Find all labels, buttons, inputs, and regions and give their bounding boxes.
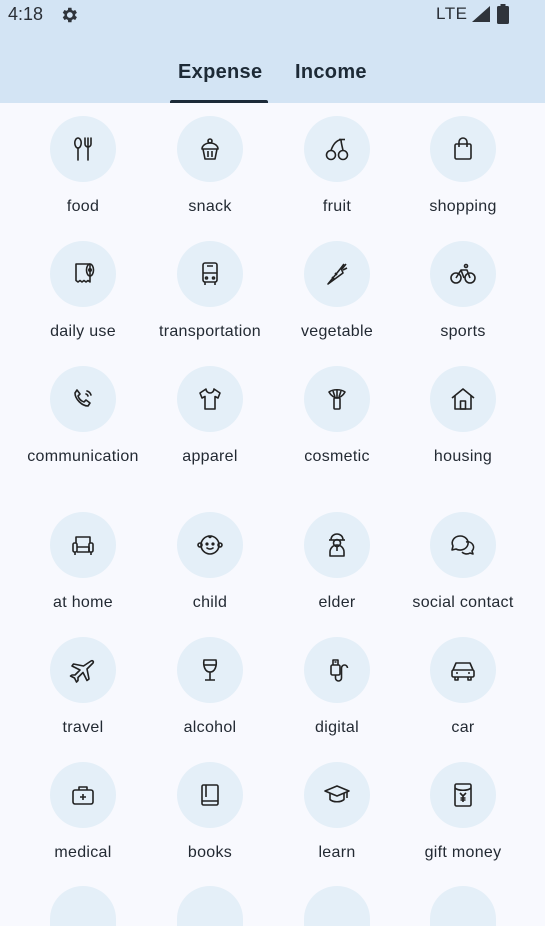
cupcake-icon: [177, 116, 243, 182]
category-label: learn: [318, 844, 356, 861]
category-gift-money[interactable]: gift money: [395, 762, 531, 864]
category-label: alcohol: [183, 719, 237, 736]
category-daily-use[interactable]: daily use: [15, 241, 151, 343]
category-communication[interactable]: communication: [15, 366, 151, 468]
category-elder[interactable]: elder: [269, 512, 405, 614]
partial-icon-circle: [304, 886, 370, 926]
partial-icon-circle: [430, 886, 496, 926]
armchair-icon: [50, 512, 116, 578]
category-partial[interactable]: [15, 886, 151, 926]
category-label: communication: [27, 448, 139, 465]
category-learn[interactable]: learn: [269, 762, 405, 864]
category-shopping[interactable]: shopping: [395, 116, 531, 218]
tshirt-icon: [177, 366, 243, 432]
phone-icon: [50, 366, 116, 432]
category-label: child: [192, 594, 228, 611]
category-partial[interactable]: [269, 886, 405, 926]
battery-icon: [497, 4, 509, 24]
tab-indicator: [170, 100, 268, 103]
category-label: housing: [433, 448, 493, 465]
category-label: gift money: [424, 844, 502, 861]
medical-kit-icon: [50, 762, 116, 828]
app-header: 4:18 LTE Expense Income: [0, 0, 545, 103]
category-housing[interactable]: housing: [395, 366, 531, 468]
category-label: books: [187, 844, 233, 861]
bicycle-icon: [430, 241, 496, 307]
status-time: 4:18: [8, 4, 44, 24]
category-label: shopping: [429, 198, 497, 215]
bus-icon: [177, 241, 243, 307]
partial-icon-circle: [50, 886, 116, 926]
category-label: sports: [440, 323, 486, 340]
category-medical[interactable]: medical: [15, 762, 151, 864]
category-digital[interactable]: digital: [269, 637, 405, 739]
category-label: medical: [54, 844, 112, 861]
tab-income[interactable]: Income: [295, 61, 367, 84]
category-label: car: [451, 719, 475, 736]
category-label: food: [66, 198, 100, 215]
category-label: vegetable: [300, 323, 374, 340]
category-sports[interactable]: sports: [395, 241, 531, 343]
signal-icon: [472, 6, 490, 22]
book-icon: [177, 762, 243, 828]
baby-icon: [177, 512, 243, 578]
category-at-home[interactable]: at home: [15, 512, 151, 614]
category-label: snack: [188, 198, 232, 215]
settings-gear-icon: [62, 7, 77, 23]
carrot-icon: [304, 241, 370, 307]
cherry-icon: [304, 116, 370, 182]
tab-bar: Expense Income: [0, 56, 545, 103]
category-label: apparel: [182, 448, 238, 465]
category-label: digital: [315, 719, 359, 736]
wine-glass-icon: [177, 637, 243, 703]
chat-bubbles-icon: [430, 512, 496, 578]
category-snack[interactable]: snack: [142, 116, 278, 218]
category-alcohol[interactable]: alcohol: [142, 637, 278, 739]
category-label: fruit: [322, 198, 352, 215]
category-transportation[interactable]: transportation: [142, 241, 278, 343]
category-food[interactable]: food: [15, 116, 151, 218]
partial-icon-circle: [177, 886, 243, 926]
status-bar: 4:18 LTE: [0, 0, 545, 30]
category-label: cosmetic: [304, 448, 370, 465]
category-partial[interactable]: [395, 886, 531, 926]
category-label: social contact: [412, 594, 514, 611]
house-icon: [430, 366, 496, 432]
category-car[interactable]: car: [395, 637, 531, 739]
food-icon: [50, 116, 116, 182]
category-child[interactable]: child: [142, 512, 278, 614]
category-travel[interactable]: travel: [15, 637, 151, 739]
lipstick-icon: [304, 366, 370, 432]
red-envelope-icon: [430, 762, 496, 828]
airplane-icon: [50, 637, 116, 703]
car-icon: [430, 637, 496, 703]
graduation-cap-icon: [304, 762, 370, 828]
category-label: at home: [53, 594, 113, 611]
category-label: transportation: [158, 323, 262, 340]
category-fruit[interactable]: fruit: [269, 116, 405, 218]
usb-icon: [304, 637, 370, 703]
category-cosmetic[interactable]: cosmetic: [269, 366, 405, 468]
category-social-contact[interactable]: social contact: [395, 512, 531, 614]
category-books[interactable]: books: [142, 762, 278, 864]
tab-expense[interactable]: Expense: [178, 61, 262, 84]
category-label: elder: [318, 594, 356, 611]
category-label: travel: [62, 719, 104, 736]
category-apparel[interactable]: apparel: [142, 366, 278, 468]
elder-icon: [304, 512, 370, 578]
category-partial[interactable]: [142, 886, 278, 926]
category-label: daily use: [50, 323, 116, 340]
shopping-bag-icon: [430, 116, 496, 182]
category-vegetable[interactable]: vegetable: [269, 241, 405, 343]
network-type: LTE: [436, 4, 468, 23]
toilet-paper-icon: [50, 241, 116, 307]
